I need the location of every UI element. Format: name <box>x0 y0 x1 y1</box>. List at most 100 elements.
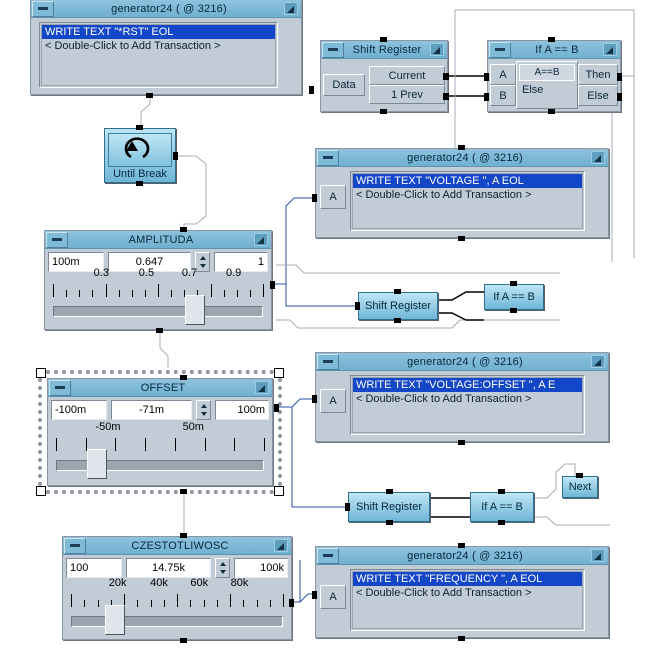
spinner-up-icon[interactable] <box>197 401 210 410</box>
spinner-up-icon[interactable] <box>196 253 209 262</box>
node-handle[interactable] <box>380 109 387 114</box>
node-handle[interactable] <box>394 289 401 294</box>
slider-value-field[interactable]: 14.75k <box>126 558 211 578</box>
node-handle[interactable] <box>458 440 465 445</box>
selection-handle[interactable] <box>274 486 284 496</box>
node-handle[interactable] <box>180 227 187 232</box>
slider-panel-offset[interactable]: OFFSET -100m -71m 100m -50m 50m <box>47 378 273 486</box>
node-port[interactable] <box>617 93 622 101</box>
node-port[interactable] <box>312 591 317 599</box>
generator-input-a[interactable]: A <box>320 585 346 609</box>
if-input-a[interactable]: A <box>490 64 516 85</box>
transaction-list[interactable]: WRITE TEXT "FREQUENCY ", A EOL < Double-… <box>350 569 585 631</box>
minimize-icon[interactable] <box>317 547 339 564</box>
transaction-list[interactable]: WRITE TEXT "VOLTAGE ", A EOL < Double-Cl… <box>350 171 585 231</box>
transaction-placeholder[interactable]: < Double-Click to Add Transaction > <box>353 392 582 406</box>
minimize-icon[interactable] <box>317 149 339 166</box>
if-input-b[interactable]: B <box>490 85 516 106</box>
node-port[interactable] <box>274 404 279 412</box>
transaction-selected[interactable]: WRITE TEXT "VOLTAGE:OFFSET ", A E <box>353 378 582 392</box>
slider-value-field[interactable]: -71m <box>111 400 192 420</box>
transaction-selected[interactable]: WRITE TEXT "FREQUENCY ", A EOL <box>353 572 582 586</box>
node-port[interactable] <box>309 86 314 94</box>
titlebar[interactable]: generator24 ( @ 3216) <box>316 547 608 565</box>
resize-icon[interactable] <box>274 539 288 552</box>
node-handle[interactable] <box>458 236 465 241</box>
generator-input-a[interactable]: A <box>320 389 346 413</box>
node-port[interactable] <box>484 93 489 101</box>
transaction-selected[interactable]: WRITE TEXT "*RST" EOL <box>42 25 275 39</box>
transaction-list[interactable]: WRITE TEXT "VOLTAGE:OFFSET ", A E < Doub… <box>350 375 585 435</box>
minimize-icon[interactable] <box>32 0 54 17</box>
node-port[interactable] <box>484 73 489 81</box>
titlebar[interactable]: CZESTOTLIWOSC <box>63 537 291 555</box>
node-handle[interactable] <box>510 308 517 313</box>
slider-spinner[interactable] <box>215 558 230 578</box>
transaction-selected[interactable]: WRITE TEXT "VOLTAGE ", A EOL <box>353 174 582 188</box>
collapsed-shift-register-3[interactable]: Shift Register <box>348 492 430 522</box>
node-port[interactable] <box>312 194 317 202</box>
slider-spinner[interactable] <box>196 400 211 420</box>
resize-icon[interactable] <box>591 549 605 562</box>
transaction-placeholder[interactable]: < Double-Click to Add Transaction > <box>353 586 582 600</box>
shift-register-data-port[interactable]: Data <box>323 74 365 96</box>
generator-input-a[interactable]: A <box>320 185 346 209</box>
node-port[interactable] <box>270 281 275 289</box>
collapsed-if-block-3[interactable]: If A == B <box>470 492 534 522</box>
titlebar[interactable]: Shift Register <box>321 41 447 59</box>
node-port[interactable] <box>617 73 622 81</box>
titlebar[interactable]: OFFSET <box>48 379 272 397</box>
minimize-icon[interactable] <box>489 41 511 58</box>
selection-handle[interactable] <box>36 368 46 378</box>
generator-window-frequency[interactable]: generator24 ( @ 3216) A WRITE TEXT "FREQ… <box>315 546 609 638</box>
node-handle[interactable] <box>498 520 505 525</box>
shift-register-output-current[interactable]: Current <box>369 66 445 85</box>
node-handle[interactable] <box>180 375 187 380</box>
generator-window-voltage[interactable]: generator24 ( @ 3216) A WRITE TEXT "VOLT… <box>315 148 609 238</box>
shift-register-window[interactable]: Shift Register Data Current 1 Prev <box>320 40 448 112</box>
if-block-window[interactable]: If A == B A B A==B Else Then Else <box>487 40 621 112</box>
loop-node-until-break[interactable]: Until Break <box>104 128 176 183</box>
resize-icon[interactable] <box>591 151 605 164</box>
node-handle[interactable] <box>180 489 187 494</box>
resize-icon[interactable] <box>284 2 298 15</box>
node-handle[interactable] <box>180 638 187 643</box>
node-handle[interactable] <box>136 181 143 186</box>
node-handle[interactable] <box>386 489 393 494</box>
minimize-icon[interactable] <box>49 379 71 396</box>
spinner-down-icon[interactable] <box>216 568 229 577</box>
titlebar[interactable]: generator24 ( @ 3216) <box>316 149 608 167</box>
slider-min-field[interactable]: -100m <box>51 400 107 420</box>
transaction-placeholder[interactable]: < Double-Click to Add Transaction > <box>42 39 275 53</box>
generator-window-rst[interactable]: generator24 ( @ 3216) WRITE TEXT "*RST" … <box>30 0 302 95</box>
collapsed-if-block-2[interactable]: If A == B <box>484 284 544 310</box>
node-handle[interactable] <box>156 328 163 333</box>
node-port[interactable] <box>355 302 360 310</box>
minimize-icon[interactable] <box>64 537 86 554</box>
node-handle[interactable] <box>136 125 143 130</box>
slider-panel-czestotliwosc[interactable]: CZESTOTLIWOSC 100 14.75k 100k 20k 40k 60… <box>62 536 292 640</box>
node-port[interactable] <box>289 599 294 607</box>
titlebar[interactable]: generator24 ( @ 3216) <box>316 353 608 371</box>
slider-thumb[interactable] <box>185 295 206 325</box>
node-port[interactable] <box>173 152 178 160</box>
titlebar[interactable]: AMPLITUDA <box>45 231 271 249</box>
resize-icon[interactable] <box>591 355 605 368</box>
slider-panel-amplituda[interactable]: AMPLITUDA 100m 0.647 1 0.3 0.5 0.7 0.9 <box>44 230 272 330</box>
node-handle[interactable] <box>498 489 505 494</box>
node-handle[interactable] <box>548 109 555 114</box>
selection-handle[interactable] <box>274 368 284 378</box>
resize-icon[interactable] <box>430 43 444 56</box>
node-handle[interactable] <box>548 37 555 42</box>
slider-track-area[interactable]: 0.3 0.5 0.7 0.9 <box>53 267 264 325</box>
spinner-up-icon[interactable] <box>216 559 229 568</box>
node-port[interactable] <box>443 73 449 80</box>
transaction-placeholder[interactable]: < Double-Click to Add Transaction > <box>353 188 582 202</box>
node-port[interactable] <box>312 395 317 403</box>
titlebar[interactable]: If A == B <box>488 41 620 59</box>
node-handle[interactable] <box>458 145 465 150</box>
node-port[interactable] <box>443 93 449 100</box>
node-handle[interactable] <box>458 543 465 548</box>
if-output-else[interactable]: Else <box>578 85 618 106</box>
node-handle[interactable] <box>146 93 153 98</box>
